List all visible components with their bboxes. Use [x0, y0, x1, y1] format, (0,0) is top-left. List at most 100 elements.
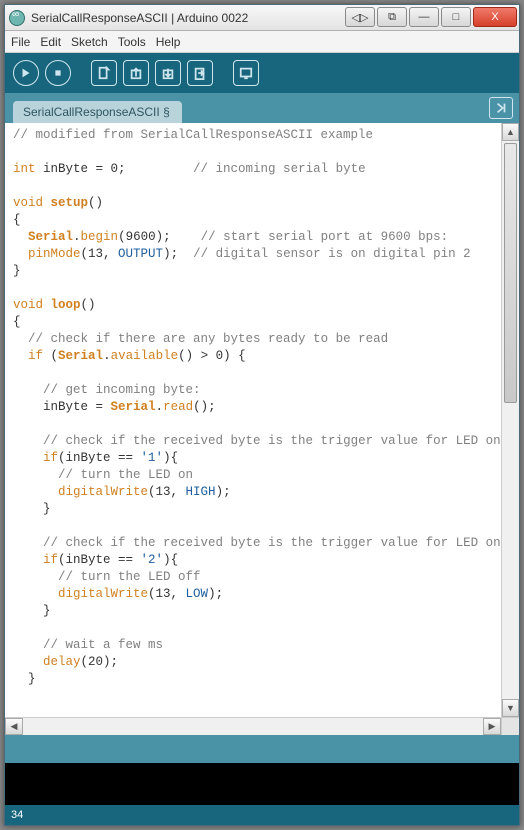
upload-icon: [193, 66, 207, 80]
window-title: SerialCallResponseASCII | Arduino 0022: [31, 11, 248, 25]
menu-sketch[interactable]: Sketch: [71, 35, 108, 49]
code-token: setup: [51, 196, 89, 210]
code-token: int: [13, 162, 36, 176]
code-token: OUTPUT: [118, 247, 163, 261]
code-token: delay: [43, 655, 81, 669]
scroll-corner: [501, 717, 519, 735]
scroll-right-button[interactable]: ▶: [483, 718, 501, 735]
serial-monitor-icon: [239, 66, 253, 80]
code-line: // check if there are any bytes ready to…: [28, 332, 388, 346]
code-token: Serial: [58, 349, 103, 363]
code-token: loop: [51, 298, 81, 312]
arduino-ide-window: SerialCallResponseASCII | Arduino 0022 ◁…: [4, 4, 520, 826]
new-file-icon: [97, 66, 111, 80]
menu-tools[interactable]: Tools: [118, 35, 146, 49]
window-buttons: ◁▷ ⧉ — □ X: [343, 7, 517, 27]
window-maximize-button[interactable]: □: [441, 7, 471, 27]
scroll-thumb[interactable]: [504, 143, 517, 403]
code-token: () > 0) {: [178, 349, 246, 363]
vertical-scrollbar[interactable]: ▲ ▼: [501, 123, 519, 717]
code-token: digitalWrite: [58, 485, 148, 499]
code-token: available: [111, 349, 179, 363]
code-token: (): [81, 298, 96, 312]
code-token: digitalWrite: [58, 587, 148, 601]
sketch-tab[interactable]: SerialCallResponseASCII §: [13, 101, 182, 123]
code-token: (13,: [148, 485, 186, 499]
code-token: read: [163, 400, 193, 414]
code-token: (: [43, 349, 58, 363]
scroll-left-button[interactable]: ◀: [5, 718, 23, 735]
code-token: pinMode: [28, 247, 81, 261]
titlebar[interactable]: SerialCallResponseASCII | Arduino 0022 ◁…: [5, 5, 519, 31]
code-token: ();: [193, 400, 216, 414]
code-token: Serial: [28, 230, 73, 244]
serial-monitor-button[interactable]: [233, 60, 259, 86]
code-token: .: [73, 230, 81, 244]
horizontal-scrollbar[interactable]: ◀ ▶: [5, 717, 501, 735]
code-line: // wait a few ms: [43, 638, 163, 652]
code-line: // modified from SerialCallResponseASCII…: [13, 128, 373, 142]
menu-help[interactable]: Help: [156, 35, 181, 49]
code-token: (13,: [81, 247, 119, 261]
code-line: {: [13, 213, 21, 227]
code-token: ){: [163, 553, 178, 567]
code-line: // check if the received byte is the tri…: [43, 536, 501, 550]
code-token: (inByte ==: [58, 553, 141, 567]
code-token: (13,: [148, 587, 186, 601]
code-line: }: [13, 672, 36, 686]
scroll-up-button[interactable]: ▲: [502, 123, 519, 141]
stop-icon: [51, 66, 65, 80]
code-line: // check if the received byte is the tri…: [43, 434, 501, 448]
sketch-tab-label: SerialCallResponseASCII §: [23, 105, 170, 119]
code-token: (9600);: [118, 230, 201, 244]
editor-area: // modified from SerialCallResponseASCII…: [5, 123, 519, 735]
menu-edit[interactable]: Edit: [40, 35, 61, 49]
code-token: HIGH: [186, 485, 216, 499]
code-token: inByte =: [13, 400, 111, 414]
console-output[interactable]: [5, 763, 519, 805]
status-line-number: 34: [11, 809, 23, 821]
code-token: Serial: [111, 400, 156, 414]
code-token: begin: [81, 230, 119, 244]
open-sketch-button[interactable]: [123, 60, 149, 86]
code-token: if: [28, 349, 43, 363]
status-message-area: [5, 735, 519, 763]
window-close-button[interactable]: X: [473, 7, 517, 27]
open-icon: [129, 66, 143, 80]
code-editor[interactable]: // modified from SerialCallResponseASCII…: [5, 123, 501, 717]
code-token: (20);: [81, 655, 119, 669]
code-token: inByte = 0;: [36, 162, 194, 176]
stop-button[interactable]: [45, 60, 71, 86]
code-line: }: [13, 604, 51, 618]
code-line: }: [13, 264, 21, 278]
code-token: ){: [163, 451, 178, 465]
menubar: File Edit Sketch Tools Help: [5, 31, 519, 53]
tab-menu-button[interactable]: [489, 97, 513, 119]
play-icon: [19, 66, 33, 80]
code-token: if: [43, 553, 58, 567]
new-sketch-button[interactable]: [91, 60, 117, 86]
code-line: {: [13, 315, 21, 329]
window-shrink-button[interactable]: ◁▷: [345, 7, 375, 27]
code-line: // get incoming byte:: [43, 383, 201, 397]
code-token: );: [216, 485, 231, 499]
window-minimize-button[interactable]: —: [409, 7, 439, 27]
arrow-right-icon: [494, 101, 508, 115]
code-token: .: [103, 349, 111, 363]
code-token: (inByte ==: [58, 451, 141, 465]
code-token: if: [43, 451, 58, 465]
window-expand-button[interactable]: ⧉: [377, 7, 407, 27]
code-line: // turn the LED off: [58, 570, 201, 584]
code-token: // start serial port at 9600 bps:: [201, 230, 449, 244]
code-token: '1': [141, 451, 164, 465]
toolbar: [5, 53, 519, 93]
menu-file[interactable]: File: [11, 35, 30, 49]
code-line: // turn the LED on: [58, 468, 193, 482]
verify-button[interactable]: [13, 60, 39, 86]
upload-button[interactable]: [187, 60, 213, 86]
code-line: }: [13, 502, 51, 516]
save-sketch-button[interactable]: [155, 60, 181, 86]
scroll-down-button[interactable]: ▼: [502, 699, 519, 717]
code-token: // incoming serial byte: [193, 162, 366, 176]
code-token: void: [13, 298, 43, 312]
